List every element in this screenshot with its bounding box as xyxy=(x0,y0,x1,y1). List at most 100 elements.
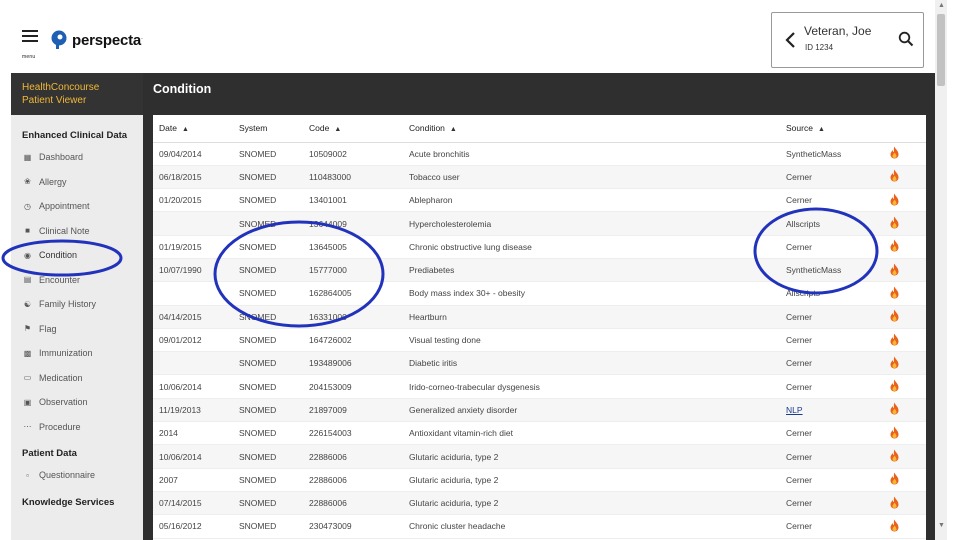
table-row[interactable]: 10/07/1990 SNOMED 15777000 Prediabetes Synth… xyxy=(153,258,926,283)
scroll-thumb[interactable] xyxy=(937,14,945,86)
sidebar-item-flag[interactable]: ⚑ Flag xyxy=(11,317,143,342)
table-row[interactable]: SNOMED 13644009 Hypercholesterolemia Allscr… xyxy=(153,211,926,236)
table-row[interactable]: 01/19/2015 SNOMED 13645005 Chronic obstruct… xyxy=(153,235,926,259)
table-row[interactable]: 05/16/2012 SNOMED 230473009 Chronic cluster… xyxy=(153,514,926,539)
table-row[interactable]: 10/06/2014 SNOMED 204153009 Irido-corneo-tr… xyxy=(153,374,926,399)
encounter-icon: ▤ xyxy=(23,275,32,285)
cell-action[interactable] xyxy=(883,398,926,423)
cell-action[interactable] xyxy=(883,328,926,353)
table-row[interactable]: 11/19/2013 SNOMED 21897009 Generalized anxi… xyxy=(153,398,926,423)
search-icon[interactable] xyxy=(898,31,914,47)
sort-icon[interactable]: ▲︎ xyxy=(818,126,825,133)
section-enhanced-clinical-data: Enhanced Clinical Data xyxy=(22,130,128,141)
perspecta-logo: perspecta. xyxy=(50,30,143,50)
cell-condition: Hypercholesterolemia xyxy=(403,211,780,236)
sort-icon[interactable]: ▲︎ xyxy=(334,126,341,133)
patient-id: ID 1234 xyxy=(805,43,834,52)
sidebar-item-allergy[interactable]: ❀ Allergy xyxy=(11,170,143,195)
table-row[interactable]: 10/06/2014 SNOMED 22886006 Glutaric aciduri… xyxy=(153,444,926,469)
sidebar-item-encounter[interactable]: ▤ Encounter xyxy=(11,268,143,293)
fire-icon xyxy=(890,449,899,462)
cell-action[interactable] xyxy=(883,444,926,469)
cell-date xyxy=(153,351,233,376)
scroll-up-arrow-icon[interactable]: ▲ xyxy=(938,2,945,9)
menu-button[interactable]: menu xyxy=(22,30,40,60)
sidebar-item-label: Medication xyxy=(39,372,83,383)
questionnaire-icon: ▫ xyxy=(26,470,29,480)
sidebar-item-questionnaire[interactable]: ▫ Questionnaire xyxy=(11,463,143,488)
cell-action[interactable] xyxy=(883,514,926,539)
cell-action[interactable] xyxy=(883,258,926,283)
fire-icon xyxy=(890,379,899,392)
sidebar-item-dashboard[interactable]: ▦ Dashboard xyxy=(11,145,143,170)
table-row[interactable]: 09/04/2014 SNOMED 10509002 Acute bronchitis… xyxy=(153,142,926,166)
sidebar-item-label: Dashboard xyxy=(39,152,84,163)
cell-action[interactable] xyxy=(883,142,926,166)
cell-condition: Acute bronchitis xyxy=(403,142,780,166)
cell-condition: Prediabetes xyxy=(403,258,780,283)
cell-date: 05/16/2012 xyxy=(153,514,233,539)
sidebar-item-family-history[interactable]: ☯ Family History xyxy=(11,292,143,317)
sort-icon[interactable]: ▲︎ xyxy=(450,126,457,133)
sidebar-item-procedure[interactable]: ⋯ Procedure xyxy=(11,415,143,440)
sidebar-item-label: Observation xyxy=(39,397,88,408)
column-header-condition[interactable]: Condition ▲︎ xyxy=(403,115,780,143)
sidebar-item-label: Immunization xyxy=(39,348,93,359)
cell-code: 230473009 xyxy=(303,514,403,539)
table-row[interactable]: 2014 SNOMED 226154003 Antioxidant vitamin-r… xyxy=(153,421,926,446)
cell-date: 01/19/2015 xyxy=(153,235,233,259)
cell-source: NLP xyxy=(780,398,883,423)
sidebar-item-observation[interactable]: ▣ Observation xyxy=(11,390,143,415)
cell-action[interactable] xyxy=(883,374,926,399)
cell-action[interactable] xyxy=(883,491,926,516)
cell-action[interactable] xyxy=(883,468,926,492)
cell-code: 22886006 xyxy=(303,444,403,469)
cell-action[interactable] xyxy=(883,235,926,259)
page-scrollbar[interactable]: ▲ ▼ xyxy=(935,0,947,540)
table-row[interactable]: SNOMED 162864005 Body mass index 30+ - obe… xyxy=(153,281,926,306)
source-nlp-link[interactable]: NLP xyxy=(786,405,803,415)
cell-system: SNOMED xyxy=(233,491,303,516)
sidebar-item-clinical-note[interactable]: ■ Clinical Note xyxy=(11,219,143,244)
table-row[interactable]: 2007 SNOMED 22886006 Glutaric aciduria, typ… xyxy=(153,468,926,492)
sidebar-item-immunization[interactable]: ▩ Immunization xyxy=(11,341,143,366)
cell-action[interactable] xyxy=(883,165,926,190)
cell-action[interactable] xyxy=(883,305,926,329)
cell-system: SNOMED xyxy=(233,351,303,376)
cell-system: SNOMED xyxy=(233,398,303,423)
cell-condition: Ablepharon xyxy=(403,188,780,213)
cell-action[interactable] xyxy=(883,351,926,376)
sidebar-item-label: Allergy xyxy=(39,176,67,187)
sidebar-item-label: Clinical Note xyxy=(39,225,90,236)
scroll-down-arrow-icon[interactable]: ▼ xyxy=(938,522,945,529)
cell-action[interactable] xyxy=(883,211,926,236)
cell-action[interactable] xyxy=(883,421,926,446)
column-header-code[interactable]: Code ▲︎ xyxy=(303,115,403,143)
cell-condition: Generalized anxiety disorder xyxy=(403,398,780,423)
cell-source: Cerner xyxy=(780,188,883,213)
sidebar-item-medication[interactable]: ▭ Medication xyxy=(11,366,143,391)
chevron-left-icon[interactable] xyxy=(784,31,796,49)
fire-icon xyxy=(890,309,899,322)
column-header-source[interactable]: Source ▲︎ xyxy=(780,115,883,143)
sort-icon[interactable]: ▲︎ xyxy=(182,126,189,133)
table-row[interactable]: 09/01/2012 SNOMED 164726002 Visual testing … xyxy=(153,328,926,353)
table-row[interactable]: 06/18/2015 SNOMED 110483000 Tobacco user Cer… xyxy=(153,165,926,190)
table-row[interactable]: SNOMED 193489006 Diabetic iritis Cerner xyxy=(153,351,926,376)
cell-code: 22886006 xyxy=(303,491,403,516)
cell-source: Cerner xyxy=(780,514,883,539)
table-row[interactable]: 07/14/2015 SNOMED 22886006 Glutaric aciduri… xyxy=(153,491,926,516)
fire-icon xyxy=(890,216,899,229)
column-header-date[interactable]: Date ▲︎ xyxy=(153,115,233,143)
cell-code: 10509002 xyxy=(303,142,403,166)
cell-date: 11/19/2013 xyxy=(153,398,233,423)
table-row[interactable]: 01/20/2015 SNOMED 13401001 Ablepharon Cerner xyxy=(153,188,926,213)
cell-date: 04/14/2015 xyxy=(153,305,233,329)
sidebar-item-appointment[interactable]: ◷ Appointment xyxy=(11,194,143,219)
flag-icon: ⚑ xyxy=(23,324,32,334)
cell-action[interactable] xyxy=(883,281,926,306)
cell-system: SNOMED xyxy=(233,281,303,306)
table-row[interactable]: 04/14/2015 SNOMED 16331000 Heartburn Cerner xyxy=(153,305,926,329)
cell-action[interactable] xyxy=(883,188,926,213)
sidebar-item-condition[interactable]: ◉ Condition xyxy=(11,243,143,268)
